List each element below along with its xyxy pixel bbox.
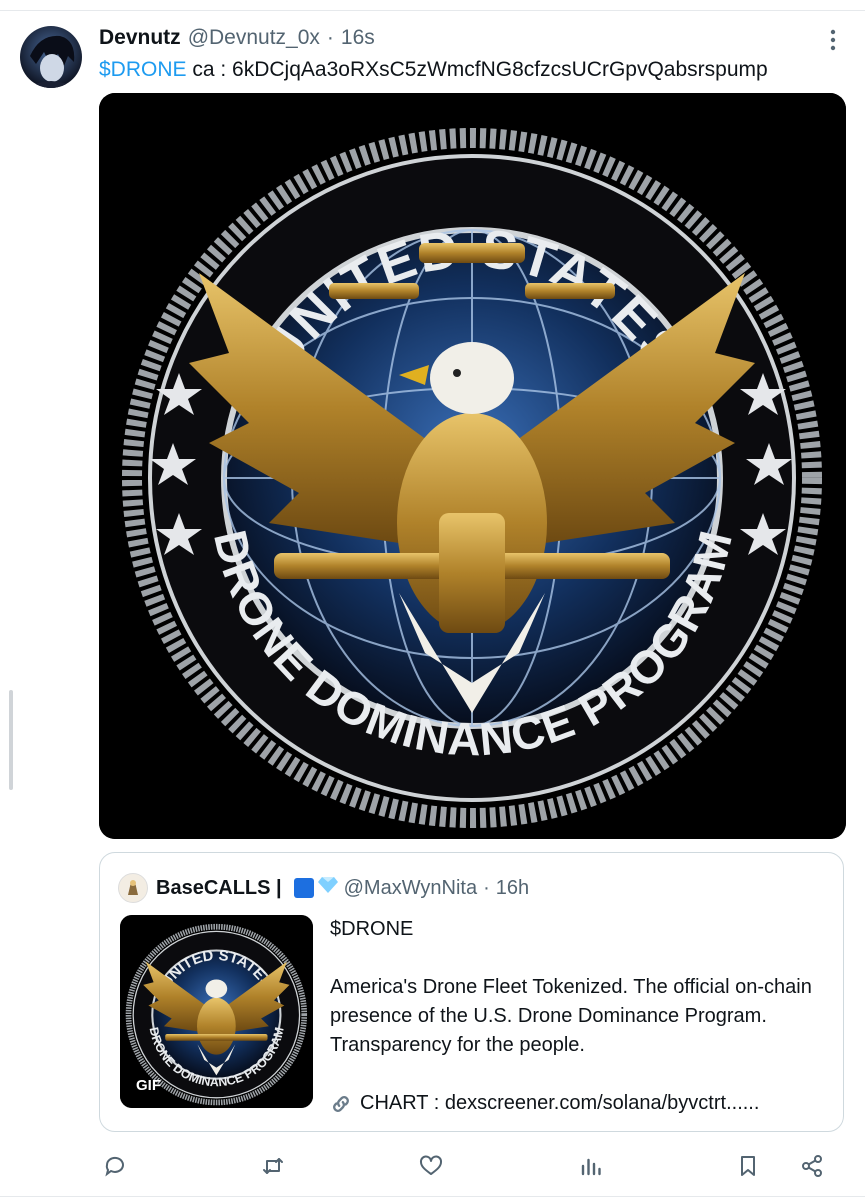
retweet-button[interactable] [259, 1152, 287, 1180]
quoted-gif-thumbnail[interactable]: UNITED STATES DRONE DOMINANCE PROGRAM GI… [120, 915, 313, 1108]
top-divider [0, 10, 865, 11]
quoted-cashtag[interactable]: $DRONE [330, 915, 825, 944]
bookmark-button[interactable] [734, 1152, 762, 1180]
quoted-tweet[interactable]: BaseCALLS | @MaxWynNita · 16h UNITED STA… [99, 852, 844, 1132]
retweet-icon [263, 1158, 283, 1174]
author-name[interactable]: Devnutz [99, 26, 181, 50]
quoted-tweet-header: BaseCALLS | @MaxWynNita · 16h [118, 873, 529, 903]
timestamp[interactable]: 16s [341, 26, 375, 50]
bottom-divider [0, 1196, 865, 1197]
avatar[interactable] [20, 26, 82, 88]
tweet-text: $DRONE ca : 6kDCjqAa3oRXsC5zWmcfNG8cfzcs… [99, 56, 768, 84]
link-icon [330, 1093, 352, 1115]
quoted-tweet-text: $DRONE America's Drone Fleet Tokenized. … [330, 915, 825, 1118]
quoted-description: America's Drone Fleet Tokenized. The off… [330, 976, 812, 1056]
bookmark-icon [741, 1156, 755, 1176]
diamond-icon [317, 876, 338, 900]
scrollbar[interactable] [9, 690, 13, 790]
more-icon [830, 29, 836, 51]
more-options-button[interactable] [823, 28, 843, 52]
tweet-text-body: ca : 6kDCjqAa3oRXsC5zWmcfNG8cfzcsUCrGpvQ… [186, 58, 768, 81]
share-icon [802, 1155, 822, 1177]
quoted-author-name[interactable]: BaseCALLS | [156, 877, 282, 900]
like-button[interactable] [417, 1152, 445, 1180]
separator-dot: · [326, 26, 334, 49]
quoted-timestamp[interactable]: 16h [496, 877, 529, 900]
action-bar [0, 1148, 865, 1184]
views-icon [581, 1158, 601, 1176]
gif-badge: GIF [136, 1077, 161, 1094]
author-handle[interactable]: @Devnutz_0x [188, 26, 320, 50]
separator-dot: · [483, 876, 490, 899]
quoted-author-handle[interactable]: @MaxWynNita [344, 877, 477, 900]
quoted-chart-link[interactable]: CHART : dexscreener.com/solana/byvctrt..… [330, 1089, 825, 1118]
tweet-header: Devnutz @Devnutz_0x · 16s [99, 25, 375, 51]
like-icon [420, 1155, 442, 1175]
reply-button[interactable] [101, 1152, 129, 1180]
views-button[interactable] [577, 1152, 605, 1180]
cashtag-link[interactable]: $DRONE [99, 58, 187, 81]
reply-icon [105, 1156, 124, 1177]
drone-emblem-image: UNITED STATES DRONE DOMINANCE PROGRAM [99, 93, 846, 839]
chart-link-text[interactable]: CHART : dexscreener.com/solana/byvctrt..… [360, 1089, 759, 1118]
blue-square-icon [293, 878, 314, 898]
share-button[interactable] [798, 1152, 826, 1180]
quoted-avatar[interactable] [118, 873, 148, 903]
tweet-image[interactable]: UNITED STATES DRONE DOMINANCE PROGRAM [99, 93, 846, 839]
